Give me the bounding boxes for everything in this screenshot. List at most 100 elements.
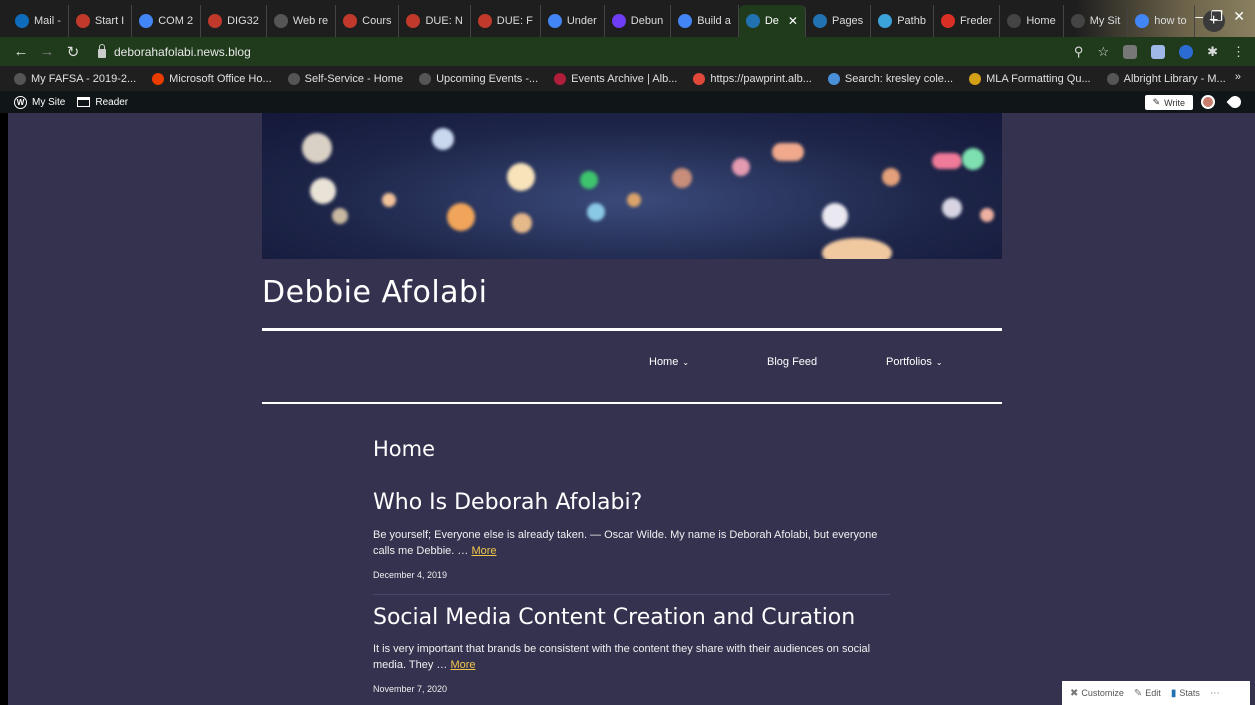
tab-label: Home — [1026, 15, 1056, 27]
more-link[interactable]: More — [471, 545, 496, 557]
url-field[interactable]: deborahafolabi.news.blog — [98, 43, 251, 59]
tab-label: My Sit — [1089, 15, 1121, 27]
browser-tab[interactable]: Build a — [671, 5, 739, 37]
site-title[interactable]: Debbie Afolabi — [262, 275, 487, 310]
tab-label: Pages — [831, 15, 864, 27]
albright-icon — [75, 14, 90, 28]
bookmark-item[interactable]: My FAFSA - 2019-2... — [14, 72, 136, 85]
bookmark-item[interactable]: Upcoming Events -... — [419, 72, 538, 85]
menu-item-portfolios[interactable]: Portfolios ⌄ — [886, 356, 943, 368]
bookmark-label: Search: kresley cole... — [844, 72, 954, 85]
more-dots-icon[interactable]: ⋯ — [1210, 688, 1220, 699]
bookmark-item[interactable]: MLA Formatting Qu... — [969, 72, 1091, 85]
bookmark-favicon-icon — [1106, 72, 1119, 85]
bokeh-light — [507, 163, 535, 191]
bookmark-item[interactable]: Search: kresley cole... — [827, 72, 954, 85]
bookmark-item[interactable]: Microsoft Office Ho... — [152, 72, 272, 85]
stats-button[interactable]: ▮ Stats — [1171, 688, 1200, 699]
browser-tab[interactable]: DIG32 — [201, 5, 267, 37]
excerpt-text: Be yourself; Everyone else is already ta… — [373, 529, 878, 557]
browser-tab[interactable]: Start I — [69, 5, 133, 37]
pencil-icon: ✎ — [1133, 687, 1143, 699]
post-date: November 7, 2020 — [373, 684, 448, 694]
browser-tab[interactable]: DUE: F — [471, 5, 541, 37]
outlook-icon — [15, 14, 29, 28]
paypal-extension-icon[interactable] — [1179, 44, 1194, 59]
close-tab-icon[interactable]: ✕ — [788, 14, 798, 28]
browser-tab[interactable]: Mail - — [8, 5, 69, 37]
browser-tab[interactable]: Pages — [806, 5, 872, 37]
reader-icon — [77, 97, 91, 107]
write-icon: ✎ — [1152, 97, 1161, 107]
edit-label: Edit — [1145, 688, 1161, 698]
bokeh-light — [672, 168, 692, 188]
bookmark-favicon-icon — [827, 72, 840, 85]
browser-tab[interactable]: Home — [1000, 5, 1064, 37]
notifications-icon[interactable] — [1226, 93, 1244, 111]
zoom-icon[interactable]: ⚲ — [1074, 44, 1084, 60]
bokeh-light — [932, 153, 962, 169]
my-site-label: My Site — [32, 96, 66, 108]
browser-tab[interactable]: DUE: N — [399, 5, 471, 37]
bookmark-item[interactable]: https://pawprint.alb... — [693, 72, 812, 85]
minimize-icon[interactable]: – — [1195, 8, 1203, 24]
reader-link[interactable]: Reader — [77, 97, 128, 108]
wix-icon — [1070, 14, 1085, 28]
bookmark-item[interactable]: Albright Library - M... — [1106, 72, 1226, 85]
tab-label: Mail - — [34, 15, 61, 27]
menu-dots-icon[interactable]: ⋮ — [1232, 44, 1245, 60]
stats-icon: ▮ — [1170, 687, 1177, 699]
bookmark-item[interactable]: Self-Service - Home — [287, 72, 403, 85]
docs-extension-icon[interactable] — [1151, 44, 1166, 59]
bokeh-light — [382, 193, 396, 207]
post-title[interactable]: Who Is Deborah Afolabi? — [373, 490, 642, 515]
menu-home-label: Home — [649, 356, 679, 368]
header-rule-top — [262, 328, 1002, 331]
browser-tab[interactable]: Freder — [934, 5, 1001, 37]
browser-tab[interactable]: Cours — [336, 5, 400, 37]
browser-tab[interactable]: Debun — [605, 5, 672, 37]
bokeh-light — [962, 148, 984, 170]
back-icon[interactable]: ← — [8, 43, 34, 60]
forward-icon[interactable]: → — [34, 43, 60, 60]
bookmark-list: My FAFSA - 2019-2... Microsoft Office Ho.… — [14, 72, 1226, 85]
customize-button[interactable]: ✖ Customize — [1070, 688, 1124, 699]
bookmark-label: Microsoft Office Ho... — [169, 72, 272, 85]
menu-item-blog-feed[interactable]: Blog Feed — [767, 356, 817, 368]
extension-icon[interactable] — [1123, 44, 1138, 59]
wordpress-icon — [812, 14, 827, 28]
bookmark-favicon-icon — [152, 72, 165, 85]
albright-icon — [343, 14, 358, 28]
close-window-icon[interactable]: ✕ — [1233, 8, 1245, 25]
browser-tab[interactable]: Web re — [267, 5, 337, 37]
stats-label: Stats — [1179, 688, 1200, 698]
bookmark-star-icon[interactable]: ☆ — [1097, 44, 1109, 60]
reload-icon[interactable]: ↻ — [60, 43, 86, 61]
menu-item-home[interactable]: Home ⌄ — [649, 356, 689, 368]
bookmarks-overflow-icon[interactable]: » — [1235, 71, 1241, 83]
tab-label: Build a — [697, 15, 731, 27]
tab-label: DIG32 — [227, 15, 259, 27]
browser-tab[interactable]: Under — [541, 5, 605, 37]
browser-tab[interactable]: De ✕ — [738, 5, 806, 37]
edit-button[interactable]: ✎ Edit — [1134, 688, 1161, 699]
bookmarks-bar: My FAFSA - 2019-2... Microsoft Office Ho.… — [0, 66, 1255, 91]
puzzle-icon[interactable]: ✱ — [1207, 44, 1218, 60]
post-title[interactable]: Social Media Content Creation and Curati… — [373, 605, 855, 630]
tab-label: DUE: F — [496, 15, 533, 27]
browser-tab[interactable]: COM 2 — [132, 5, 202, 37]
header-image — [262, 113, 1002, 259]
bookmark-item[interactable]: Events Archive | Alb... — [554, 72, 677, 85]
browser-tab[interactable]: My Sit — [1064, 5, 1129, 37]
my-site-link[interactable]: W My Site — [14, 95, 66, 109]
browser-tab[interactable]: Pathb — [871, 5, 934, 37]
tab-list: Mail - Start I COM 2 DIG32 Web re Cours DUE: … — [8, 5, 1195, 37]
write-button[interactable]: ✎ Write — [1144, 95, 1193, 110]
toolbar-right: ⚲ ☆ ✱ ⋮ — [1074, 37, 1245, 66]
avatar[interactable] — [1201, 95, 1215, 109]
tools-icon: ✖ — [1070, 687, 1079, 699]
browser-tab[interactable]: how to — [1128, 5, 1195, 37]
more-link[interactable]: More — [450, 659, 475, 671]
restore-icon[interactable]: ❐ — [1210, 8, 1223, 25]
bokeh-light — [732, 158, 750, 176]
